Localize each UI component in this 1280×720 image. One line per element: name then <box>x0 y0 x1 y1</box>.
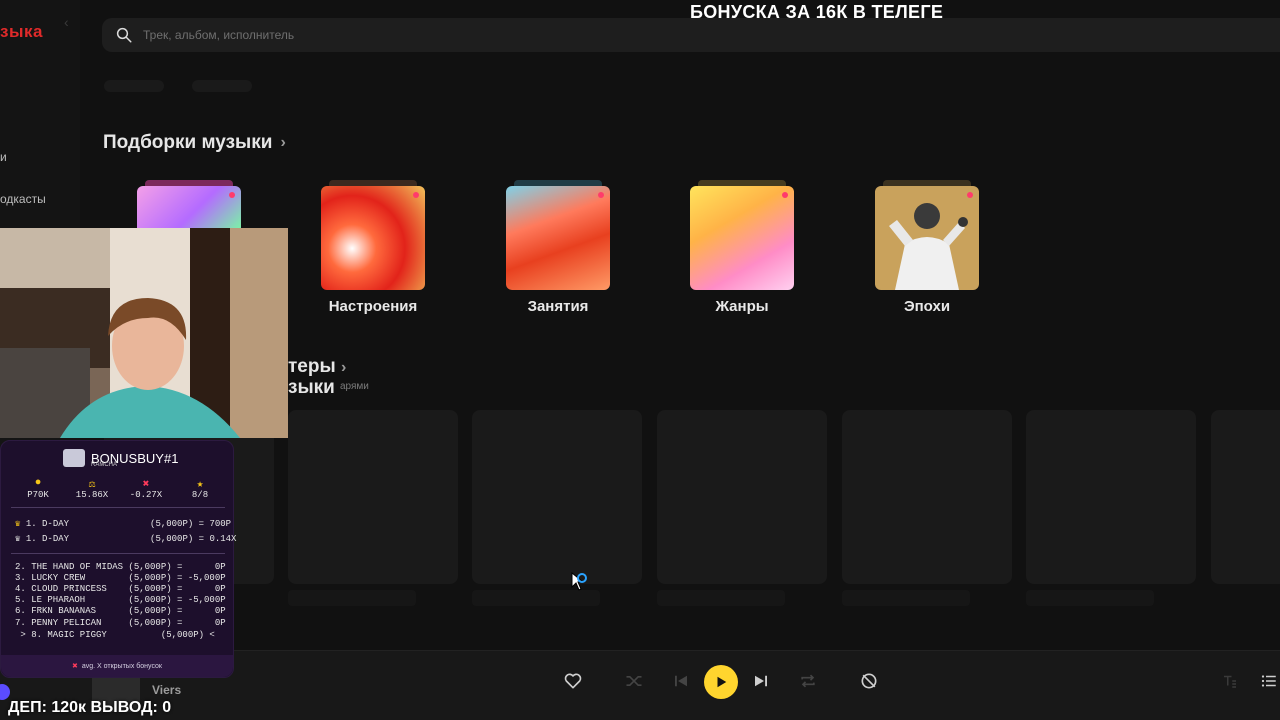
stream-banner: БОНУСКА ЗА 16К В ТЕЛЕГЕ <box>690 2 944 22</box>
section-title-text: Подборки музыки <box>103 132 273 153</box>
best-row: ♛ 1. D-DAY (5,000Р) = 700Р <box>15 519 232 529</box>
cross-icon: ✖ <box>71 663 78 670</box>
queue-icon <box>1261 675 1276 687</box>
webcam-overlay <box>0 228 288 438</box>
playlist-tile[interactable] <box>288 410 458 584</box>
coin-icon: ● <box>34 477 42 489</box>
list-item: 2. THE HAND OF MIDAS (5,000Р) = 0Р <box>15 562 226 572</box>
collapse-sidebar-icon[interactable]: ‹ <box>64 14 69 30</box>
bonus-header: BONUSBUY#1 <box>63 449 178 467</box>
list-item-current: > 8. MAGIC PIGGY (5,000Р) < <box>15 630 215 640</box>
deposit-text: ДЕП: 120к ВЫВОД: 0 <box>8 699 172 716</box>
webcam-image <box>0 228 288 438</box>
heart-icon <box>564 673 582 689</box>
collection-card-activities[interactable]: Занятия <box>506 180 610 315</box>
next-icon <box>755 675 767 687</box>
scale-icon: ⚖ <box>88 479 96 491</box>
card-label: Настроения <box>328 298 418 315</box>
chevron-right-icon: › <box>341 359 347 376</box>
collection-card-moods[interactable]: Настроения <box>321 180 425 315</box>
lyrics-icon <box>1224 675 1236 688</box>
previous-icon <box>675 675 687 687</box>
track-title[interactable]: Viers <box>152 683 181 697</box>
filter-pill[interactable] <box>192 80 252 92</box>
card-label: Эпохи <box>903 298 951 315</box>
collection-card-genres[interactable]: Жанры <box>690 180 794 315</box>
playlist-tile[interactable] <box>842 410 1012 584</box>
bonus-footer: ✖ avg. X открытых бонусок <box>1 655 233 677</box>
list-item: 6. FRKN BANANAS (5,000Р) = 0Р <box>15 606 226 616</box>
card-cover <box>875 186 979 290</box>
search-bar[interactable] <box>102 18 1280 52</box>
star-icon: ★ <box>196 479 204 491</box>
like-button[interactable] <box>561 669 585 693</box>
shuffle-button[interactable] <box>622 669 646 693</box>
search-icon <box>116 27 132 43</box>
list-item: 4. CLOUD PRINCESS (5,000Р) = 0Р <box>15 584 226 594</box>
shuffle-icon <box>626 676 642 686</box>
crown-icon: ♛ <box>15 534 21 544</box>
list-item: 7. PENNY PELICAN (5,000Р) = 0Р <box>15 618 226 628</box>
stat-worst: ✖ -0.27X <box>121 477 171 500</box>
worst-row: ♛ 1. D-DAY (5,000Р) = 0.14X <box>15 534 237 544</box>
lyrics-button[interactable] <box>1218 669 1242 693</box>
stat-count: ★ 8/8 <box>175 477 225 500</box>
card-cover <box>690 186 794 290</box>
repeat-icon <box>801 674 815 688</box>
app-logo[interactable]: зыка <box>0 22 43 42</box>
card-label: Занятия <box>527 298 589 315</box>
cursor-icon <box>571 571 589 597</box>
block-icon <box>861 673 877 689</box>
playlist-tile[interactable] <box>1026 410 1196 584</box>
card-label: Жанры <box>715 298 769 315</box>
cross-icon: ✖ <box>142 479 150 491</box>
section-subtitle: арями <box>340 381 369 392</box>
stat-balance: ● Р70K <box>13 477 63 500</box>
search-input[interactable] <box>143 28 543 42</box>
dislike-button[interactable] <box>857 669 881 693</box>
play-icon <box>717 676 727 688</box>
card-cover <box>321 186 425 290</box>
collection-card-eras[interactable]: Эпохи <box>875 180 979 315</box>
section-title-2[interactable]: теры › <box>288 356 346 378</box>
play-button[interactable] <box>704 665 738 699</box>
gift-icon <box>63 449 85 467</box>
chevron-right-icon: › <box>280 134 286 151</box>
playlist-tile[interactable] <box>657 410 827 584</box>
section-title-2b: зыки <box>288 377 335 398</box>
previous-button[interactable] <box>669 669 693 693</box>
section-title-collections[interactable]: Подборки музыки › <box>103 132 286 154</box>
list-item: 3. LUCKY CREW (5,000Р) = -5,000Р <box>15 573 226 583</box>
list-item: 5. LE PHARAOH (5,000Р) = -5,000Р <box>15 595 226 605</box>
crown-icon: ♛ <box>15 519 21 529</box>
playlist-tile[interactable] <box>1211 410 1280 584</box>
filter-pill[interactable] <box>104 80 164 92</box>
playlist-tile[interactable] <box>472 410 642 584</box>
sidebar-item-1[interactable]: и <box>0 150 7 164</box>
card-cover <box>506 186 610 290</box>
bonus-stats: ● Р70K ⚖ 15.86X ✖ -0.27X ★ 8/8 <box>13 477 225 500</box>
next-button[interactable] <box>749 669 773 693</box>
bonus-buy-panel: BONUSBUY#1 RAMCHA ● Р70K ⚖ 15.86X ✖ -0.27X … <box>0 440 237 678</box>
stat-average: ⚖ 15.86X <box>67 477 117 500</box>
queue-button[interactable] <box>1257 669 1280 693</box>
bonus-subtitle: RAMCHA <box>91 462 118 468</box>
singer-image <box>889 203 968 290</box>
repeat-button[interactable] <box>796 669 820 693</box>
sidebar-item-podcasts[interactable]: одкасты <box>0 192 46 206</box>
